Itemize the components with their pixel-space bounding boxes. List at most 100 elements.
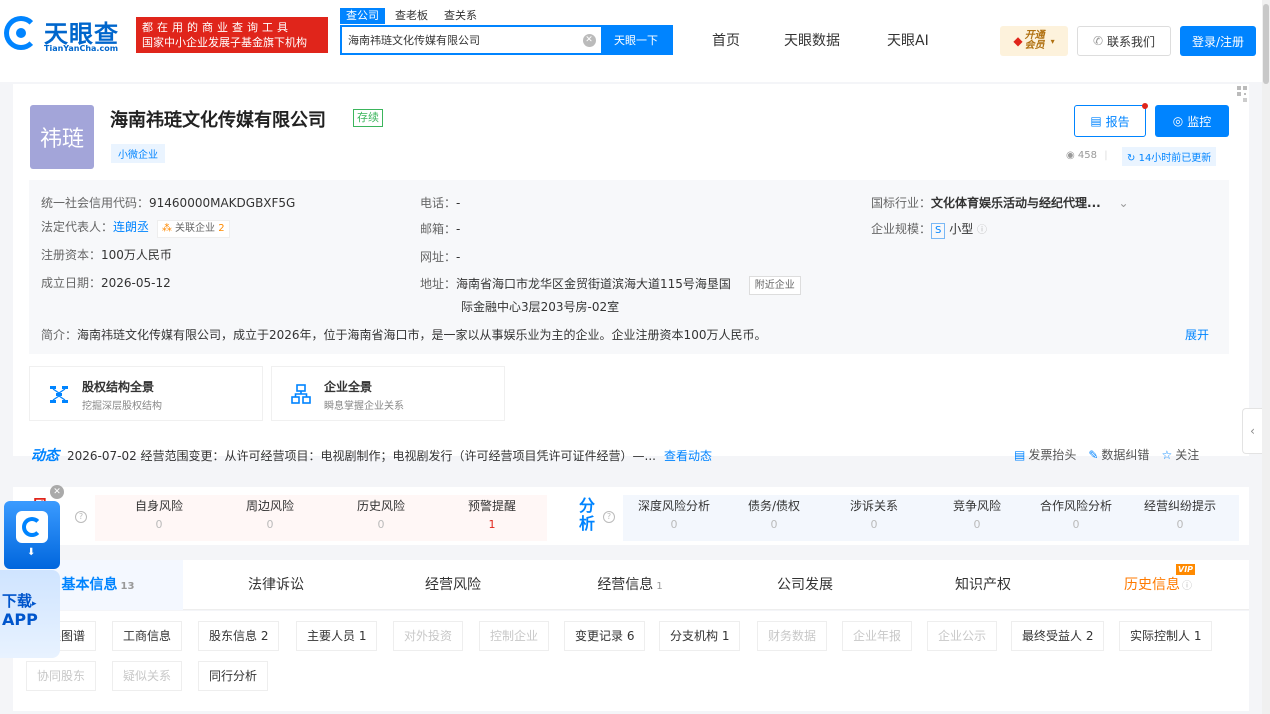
search-tab-company[interactable]: 查公司 (340, 8, 385, 24)
diamond-icon: ◆ (1013, 34, 1023, 48)
analysis-cooperation-count: 0 (1072, 518, 1080, 531)
legal-person-label: 法定代表人： (41, 220, 114, 234)
subtab-suspected[interactable]: 疑似关系 (112, 661, 183, 691)
expand-button[interactable]: 展开 (1185, 326, 1209, 343)
risk-history[interactable]: 历史风险 0 (326, 497, 436, 539)
credit-code-row: 统一社会信用代码：91460000MAKDGBXF5G (41, 194, 295, 211)
capital-label: 注册资本： (41, 248, 102, 262)
credit-code-label: 统一社会信用代码： (41, 196, 150, 210)
subtab-business[interactable]: 工商信息 (112, 621, 183, 651)
subtab-controller[interactable]: 实际控制人 1 (1119, 621, 1213, 651)
analysis-cooperation[interactable]: 合作风险分析 0 (1021, 497, 1131, 539)
enterprise-overview-card[interactable]: 企业全景 瞬息掌握企业关系 (271, 366, 505, 421)
page-scrollbar[interactable] (1262, 0, 1270, 714)
company-name[interactable]: 海南祎琏文化传媒有限公司 (110, 106, 326, 132)
subtab-annual-report[interactable]: 企业年报 (842, 621, 913, 651)
subtab-shareholders[interactable]: 股东信息 2 (198, 621, 280, 651)
invoice-button[interactable]: ▤ 发票抬头 (1014, 446, 1076, 463)
nav-home[interactable]: 首页 (712, 30, 740, 50)
subtab-branches[interactable]: 分支机构 1 (659, 621, 741, 651)
tab-operating-info[interactable]: 经营信息 1 (545, 560, 715, 610)
credit-code-value[interactable]: 91460000MAKDGBXF5G (149, 196, 295, 210)
slogan-line2: 国家中小企业发展子基金旗下机构 (142, 36, 307, 49)
tab-operating-risk[interactable]: 经营风险 (368, 560, 538, 610)
analysis-debt-label: 债务/债权 (747, 499, 801, 513)
search-input[interactable] (342, 27, 577, 53)
scrollbar-thumb[interactable] (1263, 4, 1269, 84)
nav-ai[interactable]: 天眼AI (887, 30, 929, 50)
download-label: 下载▸ (2, 590, 37, 611)
tab-development[interactable]: 公司发展 (720, 560, 890, 610)
company-info-box: 统一社会信用代码：91460000MAKDGBXF5G 法定代表人：连朗丞 ⁂ … (29, 180, 1229, 354)
related-companies-button[interactable]: ⁂ 关联企业 2 (156, 220, 230, 238)
nav-data[interactable]: 天眼数据 (784, 30, 840, 50)
risk-history-count: 0 (377, 518, 385, 531)
tab-legal[interactable]: 法律诉讼 (191, 560, 361, 610)
dynamic-bar: 动态 2026-07-02 经营范围变更：从许可经营项目：电视剧制作；电视剧发行… (31, 440, 1247, 470)
data-correction-button[interactable]: ✎ 数据纠错 (1088, 446, 1149, 463)
analysis-debt[interactable]: 债务/债权 0 (719, 497, 829, 539)
chevron-down-icon[interactable]: ⌄ (1119, 196, 1129, 210)
app-qr-box[interactable]: ⬇ (4, 501, 60, 569)
login-button[interactable]: 登录/注册 (1180, 26, 1256, 56)
follow-button[interactable]: ☆ 关注 (1161, 446, 1199, 463)
subtab-investment[interactable]: 对外投资 (393, 621, 464, 651)
vip-button[interactable]: ◆ 开通会员 ▾ (1000, 26, 1068, 56)
download-arrow-icon: ⬇ (27, 547, 36, 558)
app-logo-icon (16, 511, 48, 543)
app-download-float[interactable]: ✕ ⬇ 下载▸ APP (0, 485, 64, 660)
play-icon: ▸ (32, 599, 37, 609)
analysis-label: 分析 (578, 496, 595, 533)
subtab-key-staff[interactable]: 主要人员 1 (296, 621, 378, 651)
qr-code-icon[interactable] (1235, 84, 1249, 106)
contact-button[interactable]: ✆ 联系我们 (1077, 26, 1171, 56)
subtab-controlled[interactable]: 控制企业 (479, 621, 550, 651)
analysis-litigation[interactable]: 涉诉关系 0 (819, 497, 929, 539)
search-tab-relation[interactable]: 查关系 (438, 8, 483, 24)
risk-self-label: 自身风险 (134, 499, 183, 513)
nearby-companies-button[interactable]: 附近企业 (748, 276, 801, 295)
subtab-disclosure[interactable]: 企业公示 (927, 621, 998, 651)
risk-self[interactable]: 自身风险 0 (104, 497, 214, 539)
app-download-panel[interactable]: 下载▸ APP (0, 570, 60, 658)
analysis-dispute[interactable]: 经营纠纷提示 0 (1125, 497, 1235, 539)
search-clear-button[interactable]: ✕ (577, 27, 601, 53)
scale-value: 小型 (949, 222, 974, 236)
subtab-financial[interactable]: 财务数据 (757, 621, 828, 651)
analysis-deep-risk[interactable]: 深度风险分析 0 (619, 497, 729, 539)
analysis-help-icon[interactable]: ? (603, 511, 615, 523)
report-button[interactable]: ▤ 报告 (1074, 103, 1148, 137)
updated-tag[interactable]: ↻ 14小时前已更新 (1122, 147, 1217, 166)
monitor-button[interactable]: ◎ 监控 (1155, 105, 1229, 137)
subtab-peer-analysis[interactable]: 同行分析 (198, 661, 269, 691)
risk-warning[interactable]: 预警提醒 1 (437, 497, 547, 539)
view-dynamic-link[interactable]: 查看动态 (664, 447, 712, 464)
size-tag[interactable]: 小微企业 (111, 144, 165, 163)
search-button[interactable]: 天眼一下 (601, 27, 671, 53)
risk-surrounding[interactable]: 周边风险 0 (215, 497, 325, 539)
analysis-competition[interactable]: 竞争风险 0 (922, 497, 1032, 539)
tab-development-label: 公司发展 (777, 577, 833, 593)
help-icon[interactable]: ⓘ (977, 225, 987, 236)
close-icon[interactable]: ✕ (50, 485, 64, 499)
analysis-competition-count: 0 (973, 518, 981, 531)
subtab-beneficiary[interactable]: 最终受益人 2 (1011, 621, 1105, 651)
correction-icon: ✎ (1088, 447, 1099, 462)
address-line1: 海南省海口市龙华区金贸街道滨海大道115号海垦国 (456, 277, 731, 291)
risk-help-icon[interactable]: ? (75, 511, 87, 523)
intro-label: 简介： (41, 328, 78, 342)
invoice-label: 发票抬头 (1028, 448, 1077, 462)
side-collapse-tab[interactable]: ‹ (1242, 408, 1262, 454)
search-type-tabs: 查公司 查老板 查关系 (340, 8, 487, 24)
legal-person-link[interactable]: 连朗丞 (113, 220, 149, 234)
logo[interactable]: 天眼查 TianYanCha.com (4, 14, 132, 54)
intro-row: 简介：海南祎琏文化传媒有限公司，成立于2026年，位于海南省海口市，是一家以从事… (41, 326, 766, 343)
industry-label: 国标行业： (871, 196, 932, 210)
subtab-co-shareholder[interactable]: 协同股东 (26, 661, 97, 691)
tab-history[interactable]: 历史信息 ⓘ (1073, 560, 1243, 610)
subtab-changes[interactable]: 变更记录 6 (564, 621, 646, 651)
equity-structure-card[interactable]: 股权结构全景 挖掘深层股权结构 (29, 366, 263, 421)
tab-ip[interactable]: 知识产权 (898, 560, 1068, 610)
industry-row: 国标行业：文化体育娱乐活动与经纪代理... ⌄ (871, 194, 1129, 211)
search-tab-boss[interactable]: 查老板 (389, 8, 434, 24)
